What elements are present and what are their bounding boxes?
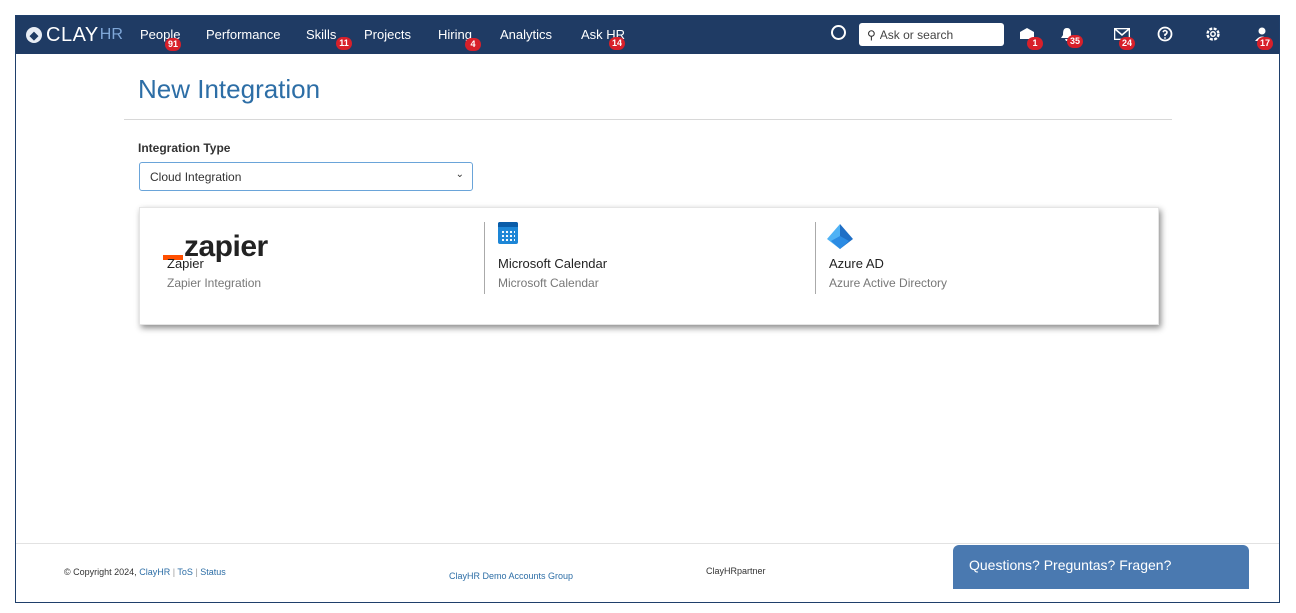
search-box[interactable]: ⚲ xyxy=(859,23,1004,46)
bell-badge: 35 xyxy=(1067,35,1083,48)
app-window: ◆ CLAY HR People 91 Performance Skills 1… xyxy=(15,15,1280,603)
people-badge: 91 xyxy=(165,38,181,51)
logo-suffix: HR xyxy=(99,26,123,43)
integration-description: Zapier Integration xyxy=(167,276,262,290)
ask-hr-badge: 14 xyxy=(609,37,625,50)
top-nav-bar: ◆ CLAY HR People 91 Performance Skills 1… xyxy=(16,16,1279,54)
integration-zapier[interactable]: zapier Zapier Zapier Integration xyxy=(140,222,480,296)
clayhr-logo[interactable]: ◆ CLAY HR xyxy=(26,23,123,47)
integration-name: Azure AD xyxy=(829,256,884,271)
skills-badge: 11 xyxy=(336,37,352,50)
help-icon[interactable] xyxy=(1155,24,1175,44)
azure-pyramid-icon xyxy=(827,224,853,249)
nav-analytics[interactable]: Analytics xyxy=(500,27,552,42)
integration-type-select[interactable]: Cloud Integration ⌄ xyxy=(139,162,473,191)
integration-description: Microsoft Calendar xyxy=(498,276,599,290)
integration-type-value: Cloud Integration xyxy=(150,169,242,184)
integration-type-label: Integration Type xyxy=(138,141,231,155)
nav-performance[interactable]: Performance xyxy=(206,27,280,42)
integration-microsoft-calendar[interactable]: Microsoft Calendar Microsoft Calendar xyxy=(485,222,815,296)
logo-mark-icon: ◆ xyxy=(26,27,42,43)
integrations-card: zapier Zapier Zapier Integration Microso… xyxy=(139,207,1159,325)
footer-clayhr-link[interactable]: ClayHR xyxy=(139,567,170,577)
nav-skills[interactable]: Skills xyxy=(306,27,336,42)
page-title: New Integration xyxy=(138,74,321,104)
integration-name: Zapier xyxy=(167,256,204,271)
calendar-icon xyxy=(498,222,518,244)
hiring-badge: 4 xyxy=(465,38,481,51)
integration-azure-ad[interactable]: Azure AD Azure Active Directory xyxy=(816,222,1146,296)
footer-copyright: © Copyright 2024, ClayHR | ToS | Status xyxy=(64,567,226,577)
search-icon: ⚲ xyxy=(867,27,876,42)
footer-partner: ClayHRpartner xyxy=(706,566,766,576)
integration-description: Azure Active Directory xyxy=(829,276,948,290)
footer-tos-link[interactable]: ToS xyxy=(177,567,193,577)
search-input[interactable] xyxy=(879,27,990,42)
chevron-down-icon: ⌄ xyxy=(455,169,464,180)
title-divider xyxy=(124,119,1172,120)
inbox-badge: 1 xyxy=(1027,37,1043,50)
user-badge: 17 xyxy=(1257,37,1273,50)
nav-projects[interactable]: Projects xyxy=(364,27,411,42)
questions-help-button[interactable]: Questions? Preguntas? Fragen? xyxy=(953,545,1249,589)
footer-status-link[interactable]: Status xyxy=(200,567,226,577)
logo-text: CLAY xyxy=(46,23,99,46)
mail-badge: 24 xyxy=(1119,37,1135,50)
footer-group-link[interactable]: ClayHR Demo Accounts Group xyxy=(449,571,573,581)
integration-name: Microsoft Calendar xyxy=(498,256,608,271)
alarm-clock-icon[interactable] xyxy=(831,25,846,40)
gear-icon[interactable] xyxy=(1203,24,1223,44)
